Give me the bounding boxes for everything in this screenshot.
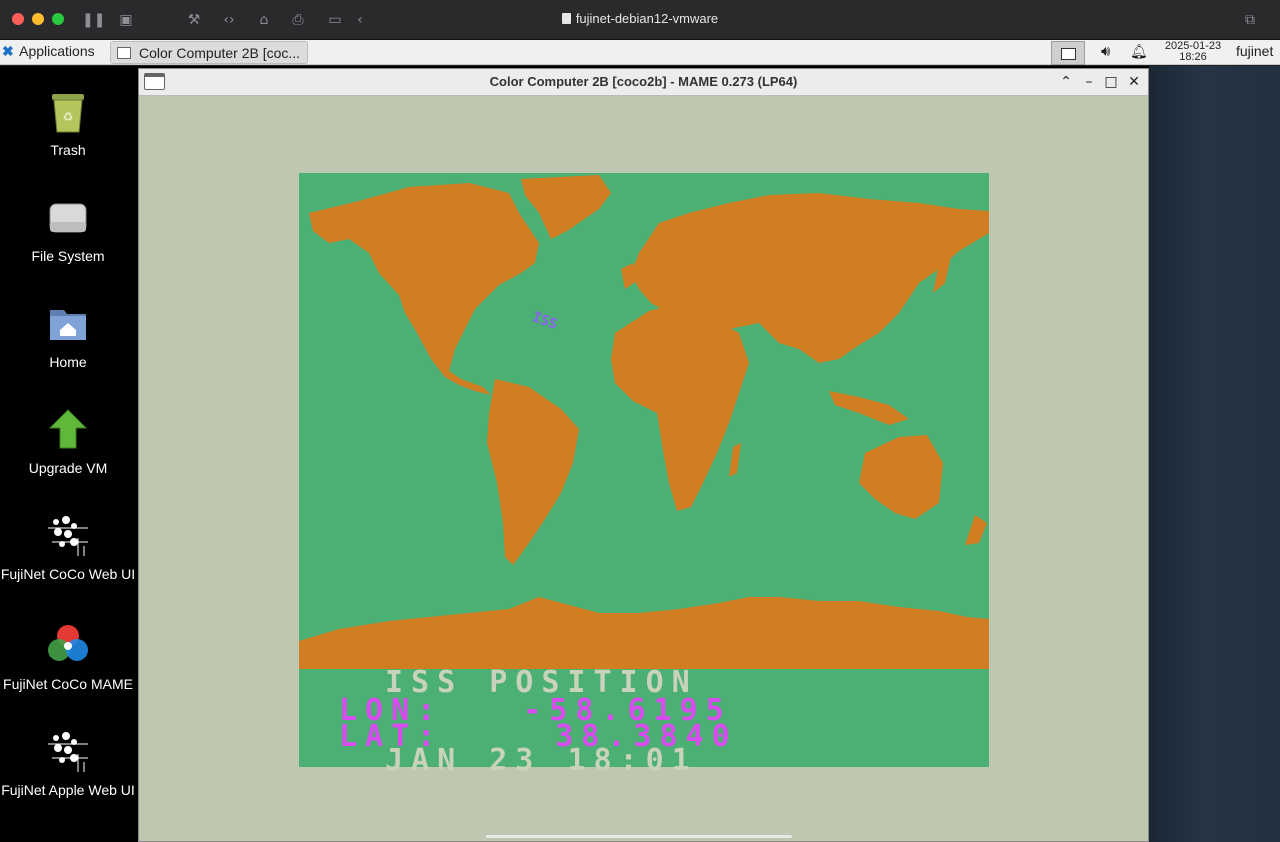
desktop-icon-fujinet-coco-mame[interactable]: FujiNet CoCo MAME <box>0 622 136 693</box>
desktop-icon-fujinet-apple-web-ui[interactable]: FujiNet Apple Web UI <box>0 728 136 799</box>
hard-drive-icon <box>44 194 92 242</box>
vm-title-text: fujinet-debian12-vmware <box>575 11 719 26</box>
desktop-icon <box>1061 48 1076 60</box>
home-folder-icon <box>44 300 92 348</box>
document-icon <box>561 13 571 24</box>
trash-label: Trash <box>50 142 86 158</box>
file-system-label: File System <box>31 248 105 264</box>
mame-window-title: Color Computer 2B [coco2b] - MAME 0.273 … <box>489 74 798 89</box>
clock[interactable]: 2025-01-23 18:26 <box>1158 41 1228 63</box>
svg-text:♻: ♻ <box>63 110 74 124</box>
fujinet-logo-icon <box>44 512 92 560</box>
top-panel: ✖ Applications Color Computer 2B [coc...… <box>0 40 1280 65</box>
user-label[interactable]: fujinet <box>1236 43 1273 59</box>
volume-icon[interactable]: 🔊︎ <box>1101 43 1110 60</box>
desktop-icon-trash[interactable]: ♻ Trash <box>0 88 136 159</box>
xfce-logo-icon: ✖ <box>2 43 14 59</box>
desktop-icon-file-system[interactable]: File System <box>0 194 136 265</box>
desktop-icon-upgrade-vm[interactable]: Upgrade VM <box>0 406 136 477</box>
close-button[interactable]: ✕ <box>1125 73 1143 91</box>
mame-titlebar[interactable]: Color Computer 2B [coco2b] - MAME 0.273 … <box>139 69 1148 96</box>
taskbar-window-button[interactable]: Color Computer 2B [coc... <box>110 41 308 64</box>
maximize-button[interactable]: □ <box>1102 73 1120 91</box>
shade-chevron-icon[interactable]: ⌃ <box>1057 73 1075 91</box>
coco-screen[interactable]: ISS ISS POSITION LON: -58.6195 LAT: 38.384… <box>299 173 989 778</box>
desktop-wallpaper <box>1149 66 1280 842</box>
timestamp: JAN 23 18:01 <box>385 743 698 778</box>
desktop-icon-fujinet-coco-web-ui[interactable]: FujiNet CoCo Web UI <box>0 512 136 583</box>
fujinet-coco-web-ui-label: FujiNet CoCo Web UI <box>0 566 136 582</box>
window-icon <box>117 47 131 59</box>
desktop-icon-home[interactable]: Home <box>0 300 136 371</box>
greenland <box>521 175 611 239</box>
rgb-circles-icon <box>44 622 92 670</box>
applications-menu[interactable]: ✖ Applications <box>2 43 95 63</box>
indonesia <box>829 391 909 425</box>
mame-window: Color Computer 2B [coco2b] - MAME 0.273 … <box>138 68 1149 842</box>
fujinet-logo-icon <box>44 728 92 776</box>
new-zealand <box>965 515 987 545</box>
restore-icon[interactable]: ⧉ <box>1240 10 1260 30</box>
vm-title: fujinet-debian12-vmware <box>0 11 1280 26</box>
australia <box>859 435 943 519</box>
trash-icon: ♻ <box>44 88 92 136</box>
africa <box>611 303 749 511</box>
antarctica <box>299 597 989 669</box>
upgrade-vm-label: Upgrade VM <box>28 460 108 476</box>
applications-label: Applications <box>19 43 95 59</box>
minimize-button[interactable]: – <box>1080 73 1098 91</box>
madagascar <box>729 443 741 477</box>
vmware-titlebar: ❚❚ ▣ ⚒ ‹› ⌂ ⎙ ▭ ‹ fujinet-debian12-vmwar… <box>0 0 1280 40</box>
up-arrow-icon <box>44 406 92 454</box>
fujinet-coco-mame-label: FujiNet CoCo MAME <box>3 676 133 692</box>
land-masses <box>299 175 989 669</box>
north-america <box>309 183 539 395</box>
notification-bell-icon[interactable]: 🔔︎ <box>1130 43 1148 60</box>
horizontal-scroll-indicator[interactable] <box>486 835 792 838</box>
fujinet-apple-web-ui-label: FujiNet Apple Web UI <box>1 782 135 798</box>
south-america <box>487 379 579 565</box>
home-label: Home <box>49 354 87 370</box>
clock-time: 18:26 <box>1179 51 1207 63</box>
show-desktop-button[interactable] <box>1051 41 1085 65</box>
taskbar-window-label: Color Computer 2B [coc... <box>139 45 301 61</box>
